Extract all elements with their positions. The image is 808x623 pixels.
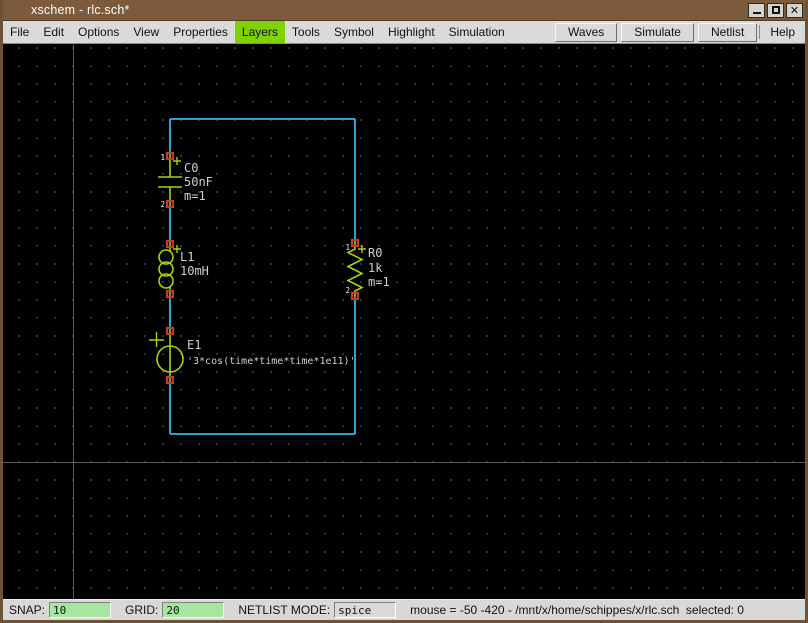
schematic-drawing: 1 2 C0 50nF m=1 L1 10mH <box>3 44 805 599</box>
close-icon: ✕ <box>790 5 799 16</box>
minimize-button[interactable] <box>748 3 765 18</box>
window-controls: ✕ <box>748 3 805 18</box>
maximize-button[interactable] <box>767 3 784 18</box>
simulate-button[interactable]: Simulate <box>621 23 694 42</box>
snap-label: SNAP: <box>9 603 45 617</box>
menu-view[interactable]: View <box>126 21 166 43</box>
menu-layers[interactable]: Layers <box>235 21 285 43</box>
titlebar[interactable]: xschem - rlc.sch* ✕ <box>3 0 805 21</box>
mouse-status-text: mouse = -50 -420 - /mnt/x/home/schippes/… <box>410 603 744 617</box>
menu-options[interactable]: Options <box>71 21 126 43</box>
menu-help[interactable]: Help <box>759 25 805 39</box>
menu-symbol[interactable]: Symbol <box>327 21 381 43</box>
component-capacitor[interactable]: 1 2 C0 50nF m=1 <box>158 153 213 209</box>
resistor-pin2-number: 2 <box>345 286 350 295</box>
capacitor-ref: C0 <box>184 161 198 175</box>
close-button[interactable]: ✕ <box>786 3 803 18</box>
menu-actions: Waves Simulate Netlist Help <box>553 21 805 43</box>
source-value: '3*cos(time*time*time*1e11)' <box>187 356 356 367</box>
xschem-window: xschem - rlc.sch* ✕ File Edit Options Vi… <box>0 0 808 623</box>
menu-properties[interactable]: Properties <box>166 21 235 43</box>
netlist-mode-label: NETLIST MODE: <box>238 603 330 617</box>
component-resistor[interactable]: 1 2 R0 1k m=1 <box>345 240 389 299</box>
resistor-mult: m=1 <box>368 275 390 289</box>
resistor-pin1-number: 1 <box>345 243 350 252</box>
capacitor-plates <box>158 177 182 187</box>
menu-edit[interactable]: Edit <box>36 21 71 43</box>
menu-simulation[interactable]: Simulation <box>442 21 512 43</box>
waves-button[interactable]: Waves <box>555 23 617 42</box>
resistor-ref: R0 <box>368 246 382 260</box>
snap-input[interactable] <box>49 602 111 618</box>
netlist-mode-input[interactable] <box>334 602 396 618</box>
component-inductor[interactable]: L1 10mH <box>159 241 209 297</box>
menubar: File Edit Options View Properties Layers… <box>3 21 805 44</box>
resistor-zigzag <box>348 243 362 296</box>
capacitor-pin2-number: 2 <box>160 200 165 209</box>
netlist-button[interactable]: Netlist <box>698 23 757 42</box>
capacitor-value: 50nF <box>184 175 213 189</box>
menu-tools[interactable]: Tools <box>285 21 327 43</box>
grid-label: GRID: <box>125 603 158 617</box>
inductor-value: 10mH <box>180 264 209 278</box>
minimize-icon <box>753 6 761 14</box>
grid-input[interactable] <box>162 602 224 618</box>
capacitor-mult: m=1 <box>184 189 206 203</box>
inductor-ref: L1 <box>180 250 194 264</box>
statusbar: SNAP: GRID: NETLIST MODE: mouse = -50 -4… <box>3 599 805 620</box>
menu-highlight[interactable]: Highlight <box>381 21 442 43</box>
source-plus-mark <box>149 332 164 347</box>
window-title: xschem - rlc.sch* <box>31 3 130 17</box>
component-source[interactable]: E1 '3*cos(time*time*time*1e11)' <box>149 328 356 383</box>
schematic-canvas[interactable]: 1 2 C0 50nF m=1 L1 10mH <box>3 44 805 599</box>
menu-file[interactable]: File <box>3 21 36 43</box>
resistor-value: 1k <box>368 261 383 275</box>
maximize-icon <box>772 6 780 14</box>
resistor-plus-mark <box>358 245 366 253</box>
capacitor-pin1-number: 1 <box>160 153 165 162</box>
source-ref: E1 <box>187 338 201 352</box>
capacitor-plus-mark <box>173 157 181 165</box>
